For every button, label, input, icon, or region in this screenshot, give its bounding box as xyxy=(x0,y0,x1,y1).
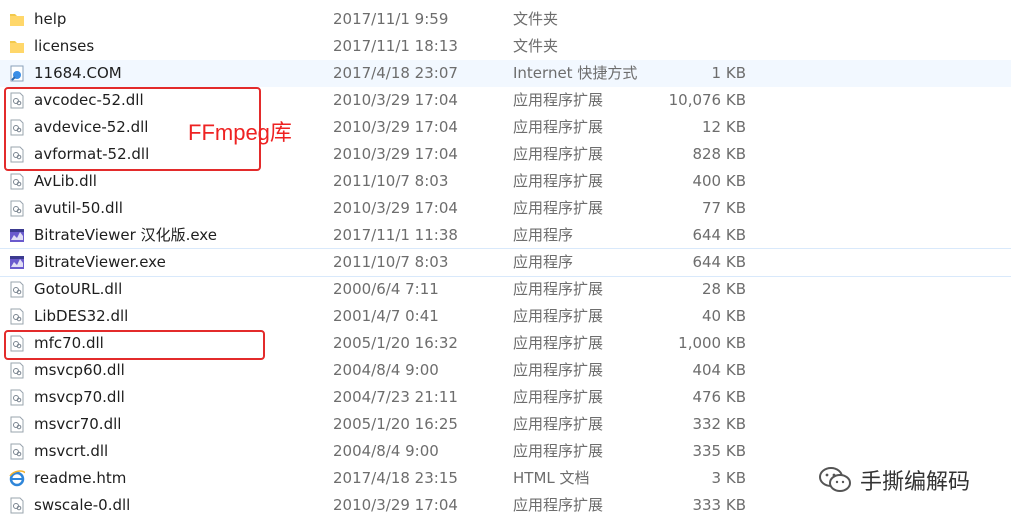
wechat-icon xyxy=(819,467,851,492)
exe-icon xyxy=(10,256,24,269)
file-list: help 2017/11/1 9:59 文件夹 licenses 2017/11… xyxy=(0,6,1011,519)
file-row-mfc70[interactable]: mfc70.dll 2005/1/20 16:32 应用程序扩展 1,000 K… xyxy=(0,330,1011,357)
ffmpeg-annotation-label: FFmpeg库 xyxy=(188,120,292,145)
file-row-help[interactable]: help 2017/11/1 9:59 文件夹 xyxy=(0,6,1011,33)
file-row-msvcr70[interactable]: msvcr70.dll 2005/1/20 16:25 应用程序扩展 332 K… xyxy=(0,411,1011,438)
dll-icon xyxy=(10,416,24,433)
file-row-msvcp70[interactable]: msvcp70.dll 2004/7/23 21:11 应用程序扩展 476 K… xyxy=(0,384,1011,411)
file-row-licenses[interactable]: licenses 2017/11/1 18:13 文件夹 xyxy=(0,33,1011,60)
internet-shortcut-icon xyxy=(10,65,24,82)
file-row-swscale[interactable]: swscale-0.dll 2010/3/29 17:04 应用程序扩展 333… xyxy=(0,492,1011,519)
dll-icon xyxy=(10,146,24,163)
ie-html-icon xyxy=(9,470,25,487)
file-row-msvcp60[interactable]: msvcp60.dll 2004/8/4 9:00 应用程序扩展 404 KB xyxy=(0,357,1011,384)
dll-icon xyxy=(10,389,24,406)
file-row-bitrateviewer-cn[interactable]: BitrateViewer 汉化版.exe 2017/11/1 11:38 应用… xyxy=(0,222,1011,249)
dll-icon xyxy=(10,281,24,298)
dll-icon xyxy=(10,308,24,325)
dll-icon xyxy=(10,362,24,379)
file-row-11684-com[interactable]: 11684.COM 2017/4/18 23:07 Internet 快捷方式 … xyxy=(0,60,1011,87)
dll-icon xyxy=(10,335,24,352)
dll-icon xyxy=(10,173,24,190)
watermark-text: 手撕编解码 xyxy=(860,470,971,495)
file-row-avutil[interactable]: avutil-50.dll 2010/3/29 17:04 应用程序扩展 77 … xyxy=(0,195,1011,222)
file-row-msvcrt[interactable]: msvcrt.dll 2004/8/4 9:00 应用程序扩展 335 KB xyxy=(0,438,1011,465)
file-row-bitrateviewer[interactable]: BitrateViewer.exe 2011/10/7 8:03 应用程序 64… xyxy=(0,248,1011,277)
exe-icon xyxy=(10,229,24,242)
watermark: 手撕编解码 xyxy=(818,464,970,496)
dll-icon xyxy=(10,443,24,460)
folder-icon xyxy=(10,14,24,26)
file-row-avformat[interactable]: avformat-52.dll 2010/3/29 17:04 应用程序扩展 8… xyxy=(0,141,1011,168)
dll-icon xyxy=(10,200,24,217)
dll-icon xyxy=(10,92,24,109)
file-row-avcodec[interactable]: avcodec-52.dll 2010/3/29 17:04 应用程序扩展 10… xyxy=(0,87,1011,114)
file-row-avdevice[interactable]: avdevice-52.dll 2010/3/29 17:04 应用程序扩展 1… xyxy=(0,114,1011,141)
file-row-avlib[interactable]: AvLib.dll 2011/10/7 8:03 应用程序扩展 400 KB xyxy=(0,168,1011,195)
dll-icon xyxy=(10,119,24,136)
file-row-gotourl[interactable]: GotoURL.dll 2000/6/4 7:11 应用程序扩展 28 KB xyxy=(0,276,1011,303)
folder-icon xyxy=(10,41,24,53)
file-row-libdes32[interactable]: LibDES32.dll 2001/4/7 0:41 应用程序扩展 40 KB xyxy=(0,303,1011,330)
dll-icon xyxy=(10,497,24,514)
